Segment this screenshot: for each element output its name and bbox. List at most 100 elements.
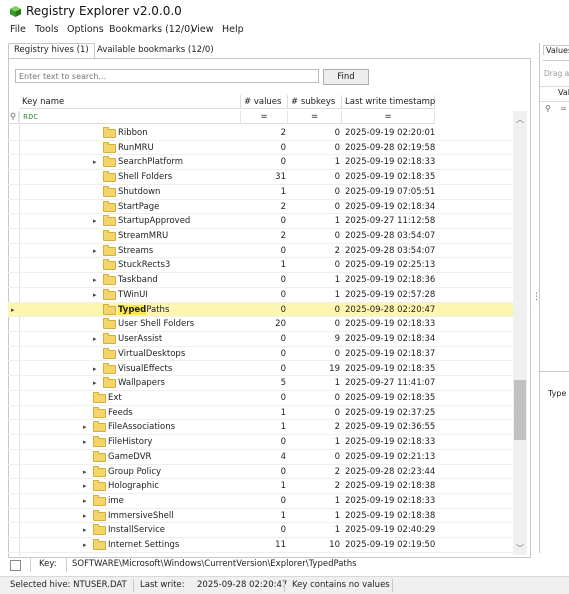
row-key-name: TypedPaths <box>118 304 170 315</box>
table-row[interactable]: ▸ Wallpapers 5 1 2025-09-27 11:41:07 <box>8 376 513 391</box>
column-values[interactable]: # values <box>241 95 288 109</box>
vertical-scrollbar[interactable] <box>513 111 527 555</box>
expand-arrow-icon[interactable]: ▸ <box>93 155 97 169</box>
row-key-name: Internet Settings <box>108 540 180 551</box>
folder-icon <box>93 436 106 448</box>
tab-available-bookmarks[interactable]: Available bookmarks (12/0) <box>92 44 219 59</box>
column-key-name[interactable]: Key name <box>19 95 241 109</box>
row-subkeys-count: 1 <box>334 275 340 286</box>
expand-arrow-icon[interactable]: ▸ <box>83 494 87 508</box>
scrollbar-thumb[interactable] <box>514 380 526 440</box>
table-row[interactable]: StreamMRU 2 0 2025-09-28 03:54:07 <box>8 229 513 244</box>
scroll-down-icon[interactable]: ﹀ <box>516 543 524 554</box>
expand-arrow-icon[interactable]: ▸ <box>83 509 87 523</box>
table-row[interactable]: Shutdown 1 0 2025-09-19 07:05:51 <box>8 185 513 200</box>
row-values-count: 0 <box>280 348 286 359</box>
table-row[interactable]: Feeds 1 0 2025-09-19 02:37:25 <box>8 406 513 421</box>
table-row[interactable]: ▸ Group Policy 0 2 2025-09-28 02:23:44 <box>8 465 513 480</box>
row-key-name: StartPage <box>118 201 160 212</box>
expand-arrow-icon[interactable]: ▸ <box>93 273 97 287</box>
row-subkeys-count: 0 <box>334 260 340 271</box>
row-values-count: 0 <box>280 142 286 153</box>
table-row[interactable]: ▸ ime 0 1 2025-09-19 02:18:33 <box>8 494 513 509</box>
row-timestamp: 2025-09-19 02:57:28 <box>345 289 436 300</box>
menu-bookmarks[interactable]: Bookmarks (12/0) <box>109 24 194 35</box>
filter-key-name[interactable]: ʀᴅc <box>19 111 241 124</box>
filter-subkeys[interactable]: = <box>288 111 342 124</box>
table-row[interactable]: ▸ InstallService 0 1 2025-09-19 02:40:29 <box>8 523 513 539</box>
table-row[interactable]: ▸ TypedPaths 0 0 2025-09-28 02:20:47 <box>8 302 513 318</box>
expand-arrow-icon[interactable]: ▸ <box>93 288 97 302</box>
row-timestamp: 2025-09-19 02:18:37 <box>345 348 436 359</box>
expand-arrow-icon[interactable]: ▸ <box>93 244 97 258</box>
table-row[interactable]: ▸ Taskband 0 1 2025-09-19 02:18:36 <box>8 273 513 288</box>
table-row[interactable]: User Shell Folders 20 0 2025-09-19 02:18:33 <box>8 317 513 333</box>
menu-tools[interactable]: Tools <box>35 24 58 35</box>
menu-help[interactable]: Help <box>222 24 244 35</box>
expand-arrow-icon[interactable]: ▸ <box>83 465 87 479</box>
folder-icon <box>93 421 106 433</box>
table-row[interactable]: StuckRects3 1 0 2025-09-19 02:25:13 <box>8 258 513 274</box>
key-path-bar: Key: SOFTWARE\Microsoft\Windows\CurrentV… <box>8 558 529 573</box>
row-values-count: 0 <box>280 216 286 227</box>
folder-icon <box>93 450 106 462</box>
expand-arrow-icon[interactable]: ▸ <box>93 214 97 228</box>
expand-arrow-icon[interactable]: ▸ <box>93 332 97 346</box>
table-row[interactable]: ▸ FileAssociations 1 2 2025-09-19 02:36:55 <box>8 420 513 436</box>
table-row[interactable]: ▸ ImmersiveShell 1 1 2025-09-19 02:18:38 <box>8 509 513 524</box>
table-row[interactable]: ▸ FileHistory 0 1 2025-09-19 02:18:33 <box>8 435 513 450</box>
tab-values[interactable]: Values <box>543 45 569 55</box>
table-row[interactable]: StartPage 2 0 2025-09-19 02:18:34 <box>8 200 513 215</box>
row-values-count: 1 <box>280 260 286 271</box>
row-timestamp: 2025-09-19 02:18:35 <box>345 172 436 183</box>
row-subkeys-count: 9 <box>334 334 340 345</box>
table-row[interactable]: ▸ Holographic 1 2 2025-09-19 02:18:38 <box>8 479 513 494</box>
row-key-name: TWinUI <box>118 289 148 300</box>
table-row[interactable]: Ext 0 0 2025-09-19 02:18:35 <box>8 391 513 406</box>
table-row[interactable]: ▸ Internet Settings 11 10 2025-09-19 02:19:5… <box>8 538 513 553</box>
row-timestamp: 2025-09-28 02:23:44 <box>345 466 436 477</box>
row-key-name: Shell Folders <box>118 172 173 183</box>
menu-file[interactable]: File <box>10 24 26 35</box>
search-input[interactable] <box>15 69 319 83</box>
column-subkeys[interactable]: # subkeys <box>288 95 342 109</box>
expand-arrow-icon[interactable]: ▸ <box>83 538 87 552</box>
expand-arrow-icon[interactable]: ▸ <box>83 523 87 537</box>
table-row[interactable]: ▸ UserAssist 0 9 2025-09-19 02:18:34 <box>8 332 513 347</box>
expand-arrow-icon[interactable]: ▸ <box>83 479 87 493</box>
table-row[interactable]: Ribbon 2 0 2025-09-19 02:20:01 <box>8 126 513 141</box>
table-row[interactable]: Shell Folders 31 0 2025-09-19 02:18:35 <box>8 170 513 185</box>
title-bar: Registry Explorer v2.0.0.0 <box>0 0 569 22</box>
filter-timestamp[interactable]: = <box>342 111 435 124</box>
table-row[interactable]: GameDVR 4 0 2025-09-19 02:21:13 <box>8 450 513 465</box>
expand-arrow-icon[interactable]: ▸ <box>93 376 97 390</box>
table-row[interactable]: RunMRU 0 0 2025-09-28 02:19:58 <box>8 141 513 156</box>
row-timestamp: 2025-09-19 02:21:13 <box>345 451 436 462</box>
filter-values[interactable]: = <box>241 111 288 124</box>
values-column-header[interactable]: Val <box>558 88 569 97</box>
scroll-up-icon[interactable]: ︿ <box>516 114 524 125</box>
folder-icon <box>103 141 116 153</box>
table-row[interactable]: ▸ SearchPlatform 0 1 2025-09-19 02:18:33 <box>8 155 513 171</box>
row-subkeys-count: 1 <box>334 525 340 536</box>
expand-arrow-icon[interactable]: ▸ <box>93 362 97 376</box>
expand-arrow-icon[interactable]: ▸ <box>83 435 87 449</box>
table-row[interactable]: ▸ TWinUI 0 1 2025-09-19 02:57:28 <box>8 288 513 303</box>
row-timestamp: 2025-09-19 02:19:50 <box>345 540 436 551</box>
menu-options[interactable]: Options <box>67 24 104 35</box>
column-timestamp[interactable]: Last write timestamp <box>342 95 435 109</box>
row-key-name: VirtualDesktops <box>118 348 186 359</box>
table-row[interactable]: ▸ Streams 0 2 2025-09-28 03:54:07 <box>8 244 513 259</box>
table-row[interactable]: ▸ StartupApproved 0 1 2025-09-27 11:12:58 <box>8 214 513 229</box>
expand-arrow-icon[interactable]: ▸ <box>83 420 87 434</box>
key-path-checkbox[interactable] <box>10 560 21 571</box>
row-values-count: 0 <box>280 466 286 477</box>
table-row[interactable]: VirtualDesktops 0 0 2025-09-19 02:18:37 <box>8 347 513 362</box>
folder-icon <box>93 391 106 403</box>
table-row[interactable]: ▸ VisualEffects 0 19 2025-09-19 02:18:35 <box>8 362 513 377</box>
tab-registry-hives[interactable]: Registry hives (1) <box>8 43 95 59</box>
row-pointer-icon: ▸ <box>11 305 15 314</box>
row-key-name: Ext <box>108 392 122 403</box>
find-button[interactable]: Find <box>323 69 369 85</box>
menu-view[interactable]: View <box>191 24 214 35</box>
